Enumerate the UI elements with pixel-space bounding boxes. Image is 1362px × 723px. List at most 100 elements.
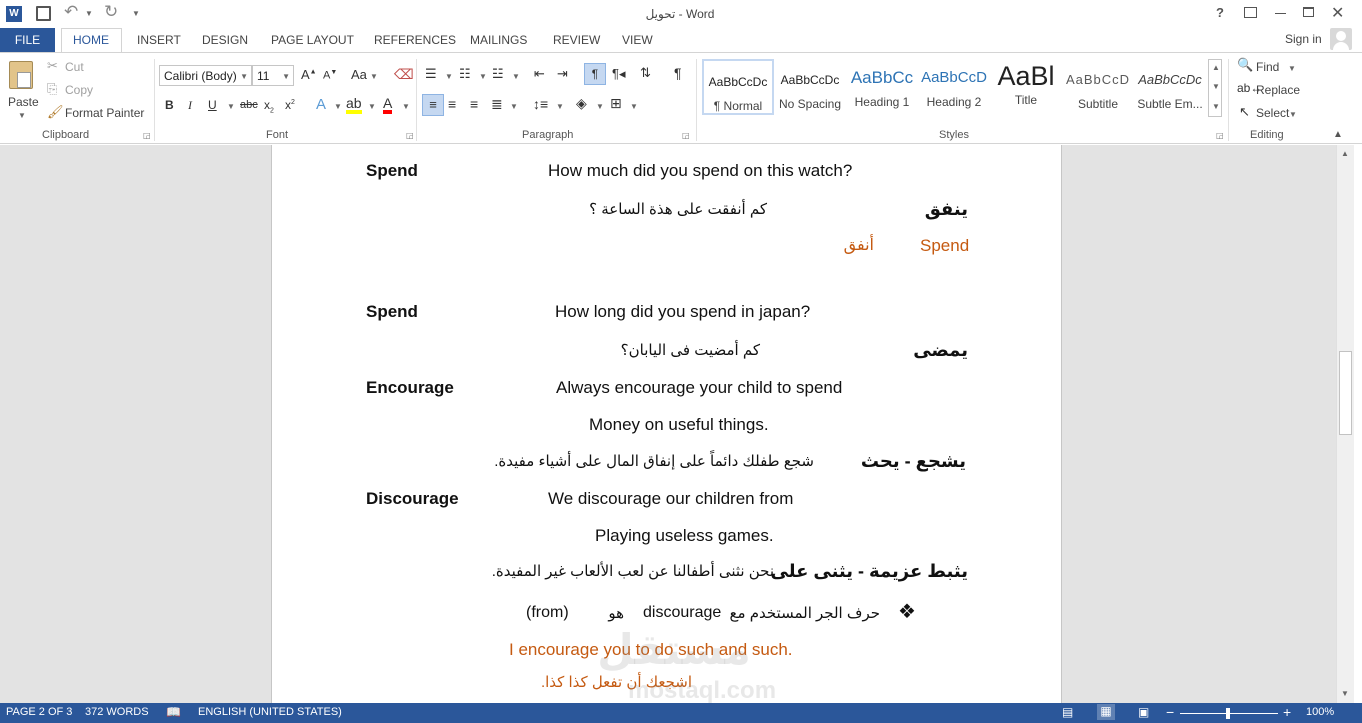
tab-review[interactable]: REVIEW (553, 33, 600, 47)
font-size-dropdown-icon[interactable]: ▼ (282, 72, 290, 81)
tab-view[interactable]: VIEW (622, 33, 653, 47)
borders-icon[interactable]: ⊞ (610, 95, 622, 112)
style-no-spacing[interactable]: AaBbCcDc No Spacing (774, 59, 846, 115)
vertical-scrollbar[interactable]: ▲ ▼ (1336, 145, 1354, 703)
tab-file[interactable]: FILE (0, 28, 55, 52)
align-right-icon[interactable]: ≡ (470, 96, 478, 112)
highlight-dropdown-icon[interactable]: ▼ (368, 102, 376, 111)
find-dropdown-icon[interactable]: ▼ (1288, 64, 1296, 73)
italic-icon[interactable]: I (188, 98, 192, 113)
change-case-dropdown-icon[interactable]: ▼ (370, 72, 378, 81)
style-subtle-em[interactable]: AaBbCcDc Subtle Em... (1134, 59, 1206, 115)
web-layout-icon[interactable]: ▣ (1138, 705, 1149, 719)
justify-icon[interactable]: ≣ (491, 96, 503, 113)
align-center-icon[interactable]: ≡ (448, 96, 456, 112)
style-heading[interactable]: AaBbCcD Heading 2 (918, 59, 990, 115)
font-color-icon[interactable]: A (383, 96, 393, 114)
bullets-icon[interactable]: ☰ (425, 66, 437, 82)
zoom-slider-thumb[interactable] (1226, 708, 1230, 719)
multilevel-list-icon[interactable]: ☳ (492, 66, 504, 82)
ltr-direction-icon[interactable]: ¶ (584, 63, 606, 85)
style-title[interactable]: AaBl Title (990, 59, 1062, 115)
cut-button[interactable]: Cut (65, 60, 84, 74)
sort-icon[interactable]: ⇅ (640, 65, 651, 81)
underline-dropdown-icon[interactable]: ▼ (227, 102, 235, 111)
strikethrough-icon[interactable]: abc (240, 99, 258, 111)
tab-insert[interactable]: INSERT (137, 33, 181, 47)
scroll-thumb[interactable] (1339, 351, 1352, 435)
numbering-icon[interactable]: ☷ (459, 66, 471, 82)
help-icon[interactable]: ? (1216, 5, 1224, 20)
select-button[interactable]: Select (1256, 106, 1289, 120)
tab-references[interactable]: REFERENCES (374, 33, 456, 47)
decrease-indent-icon[interactable]: ⇤ (534, 66, 545, 82)
shrink-font-icon[interactable]: A▼ (323, 69, 337, 82)
minimize-icon[interactable] (1275, 13, 1286, 14)
tab-mailings[interactable]: MAILINGS (470, 33, 527, 47)
format-painter-button[interactable]: Format Painter (65, 106, 144, 120)
proofing-icon[interactable]: 📖 (166, 705, 181, 719)
align-left-icon[interactable]: ≡ (422, 94, 444, 116)
line-spacing-icon[interactable]: ↕≡ (533, 96, 548, 112)
underline-icon[interactable]: U (208, 98, 217, 112)
styles-more-icon[interactable]: ▼ (1212, 102, 1220, 111)
maximize-icon[interactable] (1303, 7, 1314, 17)
scroll-up-icon[interactable]: ▲ (1341, 149, 1349, 158)
clipboard-launcher-icon[interactable]: ◲ (143, 131, 151, 140)
select-dropdown-icon[interactable]: ▼ (1289, 110, 1297, 119)
style-normal[interactable]: AaBbCcDc ¶ Normal (702, 59, 774, 115)
find-button[interactable]: Find (1256, 60, 1279, 74)
paste-button[interactable]: Paste (8, 95, 39, 109)
redo-icon[interactable]: ↻ (104, 2, 118, 22)
text-effects-icon[interactable]: A (316, 96, 326, 113)
bullets-dropdown-icon[interactable]: ▼ (445, 72, 453, 81)
numbering-dropdown-icon[interactable]: ▼ (479, 72, 487, 81)
word-logo-icon[interactable]: W (6, 6, 22, 22)
multilevel-list-dropdown-icon[interactable]: ▼ (512, 72, 520, 81)
superscript-icon[interactable]: x2 (285, 98, 295, 112)
copy-button[interactable]: Copy (65, 83, 93, 97)
collapse-ribbon-icon[interactable]: ▲ (1333, 129, 1343, 140)
text-effects-dropdown-icon[interactable]: ▼ (334, 102, 342, 111)
rtl-direction-icon[interactable]: ¶◂ (612, 66, 626, 82)
borders-dropdown-icon[interactable]: ▼ (630, 102, 638, 111)
line-spacing-dropdown-icon[interactable]: ▼ (556, 102, 564, 111)
customize-qat-icon[interactable]: ▼ (132, 9, 140, 18)
clear-formatting-icon[interactable]: ⌫ (394, 66, 414, 83)
shading-dropdown-icon[interactable]: ▼ (596, 102, 604, 111)
print-layout-icon[interactable]: ▦ (1097, 704, 1115, 720)
font-color-dropdown-icon[interactable]: ▼ (402, 102, 410, 111)
highlight-icon[interactable]: ab (346, 96, 362, 114)
tab-design[interactable]: DESIGN (202, 33, 248, 47)
font-size-box[interactable]: 11 ▼ (252, 65, 294, 86)
increase-indent-icon[interactable]: ⇥ (557, 66, 568, 82)
save-icon[interactable] (36, 6, 51, 21)
scroll-down-icon[interactable]: ▼ (1341, 689, 1349, 698)
close-icon[interactable]: ✕ (1331, 3, 1344, 23)
language-indicator[interactable]: ENGLISH (UNITED STATES) (198, 706, 342, 718)
tab-home[interactable]: HOME (73, 33, 109, 47)
document-page[interactable]: Spend How much did you spend on this wat… (271, 145, 1062, 703)
sign-in-link[interactable]: Sign in (1285, 32, 1322, 46)
font-name-box[interactable]: Calibri (Body) ▼ (159, 65, 252, 86)
font-name-dropdown-icon[interactable]: ▼ (240, 72, 248, 81)
undo-dropdown-icon[interactable]: ▼ (85, 9, 93, 18)
word-count[interactable]: 372 WORDS (85, 706, 149, 718)
zoom-out-icon[interactable]: − (1166, 704, 1174, 720)
font-launcher-icon[interactable]: ◲ (406, 131, 414, 140)
user-avatar-icon[interactable] (1330, 28, 1352, 50)
ribbon-display-icon[interactable] (1244, 7, 1257, 18)
undo-icon[interactable]: ↶ (64, 2, 78, 22)
change-case-button[interactable]: Aa (351, 67, 367, 82)
subscript-icon[interactable]: x2 (264, 98, 274, 114)
read-mode-icon[interactable]: ▤ (1062, 705, 1073, 719)
replace-button[interactable]: Replace (1256, 83, 1300, 97)
styles-down-icon[interactable]: ▼ (1212, 82, 1220, 91)
document-area[interactable]: Spend How much did you spend on this wat… (0, 145, 1336, 703)
zoom-in-icon[interactable]: + (1283, 704, 1291, 720)
styles-scroll[interactable]: ▲ ▼ ▼ (1208, 59, 1222, 117)
justify-dropdown-icon[interactable]: ▼ (510, 102, 518, 111)
page-indicator[interactable]: PAGE 2 OF 3 (6, 706, 72, 718)
style-subtitle[interactable]: AaBbCcD Subtitle (1062, 59, 1134, 115)
bold-icon[interactable]: B (165, 98, 174, 112)
